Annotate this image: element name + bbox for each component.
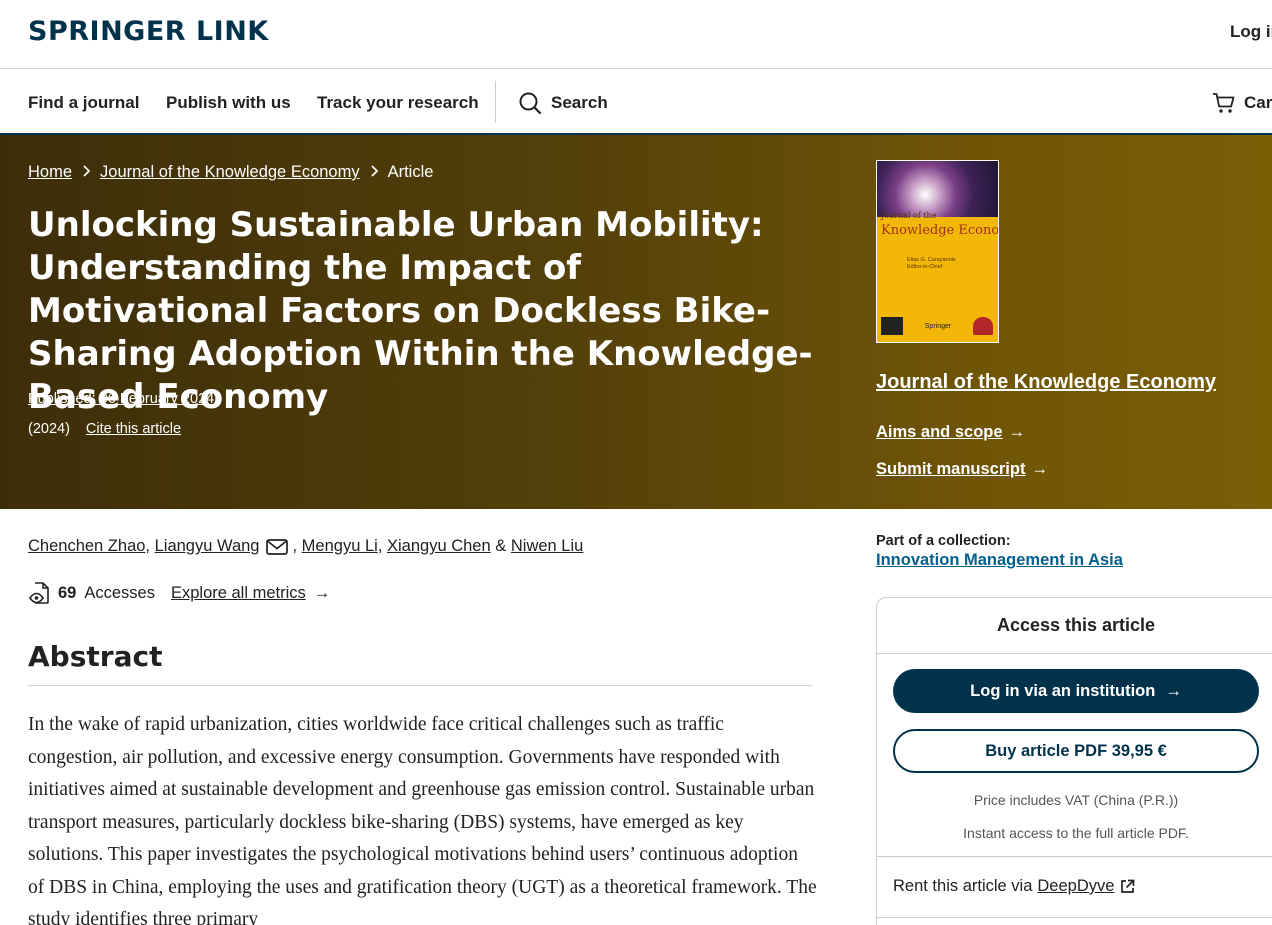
accesses-icon [28,581,52,605]
author-link[interactable]: Mengyu Li [302,537,378,556]
cite-article-link[interactable]: Cite this article [86,421,181,437]
arrow-right-icon: → [1031,460,1048,478]
accesses-count: 69 [58,583,77,602]
article-hero: Home Journal of the Knowledge Economy Ar… [0,135,1272,509]
institution-login-button[interactable]: Log in via an institution → [893,669,1259,713]
author-separator: , [377,537,383,555]
breadcrumb: Home Journal of the Knowledge Economy Ar… [28,163,433,182]
author-separator: , [292,537,298,555]
published-date[interactable]: Published: 06 February 2024 [28,391,214,407]
nav-publish-with-us[interactable]: Publish with us [166,93,291,113]
author-list: Chenchen Zhao, Liangyu Wang, Mengyu Li, … [28,537,583,556]
chevron-right-icon [81,164,91,181]
aims-scope-link[interactable]: Aims and scope → [876,423,1025,442]
metrics-row: 69 Accesses Explore all metrics → [28,581,330,605]
rent-prefix: Rent this article via [893,877,1033,895]
cover-society-logo [881,317,903,335]
collection-label: Part of a collection: [876,533,1011,549]
accesses-label: Accesses [84,583,155,602]
article-year: (2024) [28,421,70,437]
cover-springer-logo: Springer [924,322,952,330]
cover-journal-name: Knowledge Economy [881,223,999,238]
author-link[interactable]: Chenchen Zhao [28,537,145,556]
breadcrumb-journal[interactable]: Journal of the Knowledge Economy [100,163,360,182]
citation-row: (2024) Cite this article [28,421,181,437]
login-link[interactable]: Log in [1230,22,1272,42]
site-header: SPRINGER LINK Log in [0,0,1272,69]
cover-editor-role: Editor-in-Chief [907,264,943,270]
buy-article-button[interactable]: Buy article PDF 39,95 € [893,729,1259,773]
main-nav: Find a journal Publish with us Track you… [0,69,1272,135]
author-link[interactable]: Xiangyu Chen [387,537,491,556]
submit-manuscript-link[interactable]: Submit manuscript → [876,460,1048,479]
author-separator: , [145,537,151,555]
cover-footer: Springer [881,315,993,337]
cover-editor: Elias G. Carayannis Editor-in-Chief [907,257,956,271]
cover-seal-logo [973,317,993,335]
sidebar-journal-link[interactable]: Journal of the Knowledge Economy [876,371,1216,394]
nav-divider [495,81,496,123]
cart-button[interactable]: Cart [1212,91,1272,115]
collection-link[interactable]: Innovation Management in Asia [876,551,1123,570]
vat-note: Price includes VAT (China (P.R.)) [973,792,1179,808]
access-panel: Access this article Log in via an instit… [876,597,1272,925]
explore-metrics-link[interactable]: Explore all metrics [171,584,306,603]
arrow-right-icon: → [1008,423,1026,441]
nav-track-research[interactable]: Track your research [317,93,479,113]
nav-find-journal[interactable]: Find a journal [28,93,139,113]
springer-link-logo[interactable]: SPRINGER LINK [28,16,269,47]
cover-artwork [877,161,998,217]
deepdyve-link[interactable]: DeepDyve [1037,877,1114,896]
abstract-divider [28,685,812,686]
arrow-right-icon: → [313,583,331,602]
instant-access-note: Instant access to the full article PDF. [963,825,1189,841]
divider [877,917,1272,918]
author-separator: & [495,537,507,555]
search-button[interactable]: Search [518,91,608,115]
breadcrumb-home[interactable]: Home [28,163,72,182]
rent-article-row: Rent this article via DeepDyve [893,877,1135,896]
arrow-right-icon: → [1165,681,1182,700]
external-link-icon [1120,879,1135,894]
cart-label: Cart [1244,93,1272,112]
search-label: Search [551,93,608,112]
breadcrumb-current: Article [387,163,434,181]
institution-login-label: Log in via an institution [970,681,1156,700]
submit-manuscript-label: Submit manuscript [876,460,1026,478]
chevron-right-icon [369,164,379,181]
article-title: Unlocking Sustainable Urban Mobility: Un… [28,205,813,417]
cover-journal-of: Journal of the [881,211,937,220]
abstract-text: In the wake of rapid urbanization, citie… [28,714,817,925]
mail-icon[interactable] [266,538,289,555]
divider [877,856,1272,857]
search-icon [518,91,542,115]
author-link[interactable]: Liangyu Wang [155,537,260,556]
author-link[interactable]: Niwen Liu [511,537,583,556]
aims-scope-label: Aims and scope [876,423,1003,441]
access-title: Access this article [877,598,1272,654]
journal-cover[interactable]: Journal of the Knowledge Economy Elias G… [876,160,999,343]
cover-editor-name: Elias G. Carayannis [907,257,956,263]
cart-icon [1212,91,1236,115]
abstract-heading: Abstract [28,640,163,673]
